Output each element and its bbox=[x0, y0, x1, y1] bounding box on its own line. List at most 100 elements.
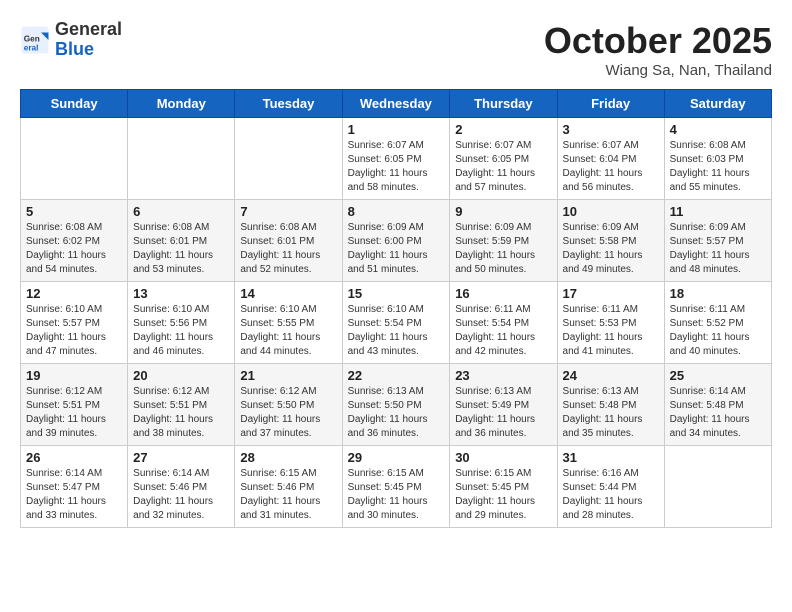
day-info: Sunrise: 6:09 AM Sunset: 6:00 PM Dayligh… bbox=[348, 221, 445, 277]
header-row: SundayMondayTuesdayWednesdayThursdayFrid… bbox=[21, 90, 772, 118]
logo-icon: Gen eral bbox=[20, 25, 50, 55]
day-number: 3 bbox=[563, 122, 659, 137]
day-info: Sunrise: 6:09 AM Sunset: 5:58 PM Dayligh… bbox=[563, 221, 659, 277]
calendar-cell: 8 Sunrise: 6:09 AM Sunset: 6:00 PM Daylig… bbox=[342, 200, 450, 282]
day-info: Sunrise: 6:15 AM Sunset: 5:45 PM Dayligh… bbox=[455, 467, 551, 523]
calendar-cell: 6 Sunrise: 6:08 AM Sunset: 6:01 PM Daylig… bbox=[128, 200, 235, 282]
day-info: Sunrise: 6:07 AM Sunset: 6:04 PM Dayligh… bbox=[563, 139, 659, 195]
day-info: Sunrise: 6:12 AM Sunset: 5:51 PM Dayligh… bbox=[133, 385, 229, 441]
calendar-cell: 5 Sunrise: 6:08 AM Sunset: 6:02 PM Daylig… bbox=[21, 200, 128, 282]
calendar-cell: 21 Sunrise: 6:12 AM Sunset: 5:50 PM Dayli… bbox=[235, 364, 342, 446]
calendar-cell: 20 Sunrise: 6:12 AM Sunset: 5:51 PM Dayli… bbox=[128, 364, 235, 446]
calendar-cell: 19 Sunrise: 6:12 AM Sunset: 5:51 PM Dayli… bbox=[21, 364, 128, 446]
day-number: 7 bbox=[240, 204, 336, 219]
day-info: Sunrise: 6:15 AM Sunset: 5:46 PM Dayligh… bbox=[240, 467, 336, 523]
day-header-friday: Friday bbox=[557, 90, 664, 118]
day-number: 4 bbox=[670, 122, 766, 137]
calendar-cell: 14 Sunrise: 6:10 AM Sunset: 5:55 PM Dayli… bbox=[235, 282, 342, 364]
calendar-cell: 28 Sunrise: 6:15 AM Sunset: 5:46 PM Dayli… bbox=[235, 446, 342, 528]
calendar-cell: 29Sunrise: 6:15 AM Sunset: 5:45 PM Dayli… bbox=[342, 446, 450, 528]
day-info: Sunrise: 6:10 AM Sunset: 5:56 PM Dayligh… bbox=[133, 303, 229, 359]
day-number: 8 bbox=[348, 204, 445, 219]
day-number: 21 bbox=[240, 368, 336, 383]
day-number: 29 bbox=[348, 450, 445, 465]
day-number: 1 bbox=[348, 122, 445, 137]
day-info: Sunrise: 6:08 AM Sunset: 6:01 PM Dayligh… bbox=[133, 221, 229, 277]
day-info: Sunrise: 6:13 AM Sunset: 5:48 PM Dayligh… bbox=[563, 385, 659, 441]
day-info: Sunrise: 6:08 AM Sunset: 6:03 PM Dayligh… bbox=[670, 139, 766, 195]
day-info: Sunrise: 6:14 AM Sunset: 5:47 PM Dayligh… bbox=[26, 467, 122, 523]
day-number: 24 bbox=[563, 368, 659, 383]
logo-text: General Blue bbox=[55, 20, 122, 60]
day-info: Sunrise: 6:08 AM Sunset: 6:02 PM Dayligh… bbox=[26, 221, 122, 277]
calendar-cell: 12 Sunrise: 6:10 AM Sunset: 5:57 PM Dayli… bbox=[21, 282, 128, 364]
day-info: Sunrise: 6:10 AM Sunset: 5:55 PM Dayligh… bbox=[240, 303, 336, 359]
calendar-cell: 15 Sunrise: 6:10 AM Sunset: 5:54 PM Dayli… bbox=[342, 282, 450, 364]
day-number: 25 bbox=[670, 368, 766, 383]
day-info: Sunrise: 6:16 AM Sunset: 5:44 PM Dayligh… bbox=[563, 467, 659, 523]
calendar-cell: 4 Sunrise: 6:08 AM Sunset: 6:03 PM Daylig… bbox=[664, 118, 771, 200]
day-number: 20 bbox=[133, 368, 229, 383]
day-number: 28 bbox=[240, 450, 336, 465]
day-info: Sunrise: 6:13 AM Sunset: 5:49 PM Dayligh… bbox=[455, 385, 551, 441]
day-number: 13 bbox=[133, 286, 229, 301]
day-info: Sunrise: 6:10 AM Sunset: 5:54 PM Dayligh… bbox=[348, 303, 445, 359]
page-header: Gen eral General Blue October 2025 Wiang… bbox=[20, 20, 772, 79]
day-info: Sunrise: 6:12 AM Sunset: 5:50 PM Dayligh… bbox=[240, 385, 336, 441]
calendar-cell: 7 Sunrise: 6:08 AM Sunset: 6:01 PM Daylig… bbox=[235, 200, 342, 282]
day-number: 19 bbox=[26, 368, 122, 383]
day-info: Sunrise: 6:11 AM Sunset: 5:52 PM Dayligh… bbox=[670, 303, 766, 359]
calendar-cell bbox=[21, 118, 128, 200]
calendar-cell: 2Sunrise: 6:07 AM Sunset: 6:05 PM Daylig… bbox=[450, 118, 557, 200]
day-number: 26 bbox=[26, 450, 122, 465]
logo-general-text: General bbox=[55, 20, 122, 40]
day-info: Sunrise: 6:14 AM Sunset: 5:46 PM Dayligh… bbox=[133, 467, 229, 523]
day-number: 12 bbox=[26, 286, 122, 301]
svg-text:eral: eral bbox=[24, 43, 39, 52]
day-header-tuesday: Tuesday bbox=[235, 90, 342, 118]
day-header-saturday: Saturday bbox=[664, 90, 771, 118]
day-number: 18 bbox=[670, 286, 766, 301]
day-info: Sunrise: 6:08 AM Sunset: 6:01 PM Dayligh… bbox=[240, 221, 336, 277]
day-number: 5 bbox=[26, 204, 122, 219]
day-number: 15 bbox=[348, 286, 445, 301]
day-info: Sunrise: 6:11 AM Sunset: 5:54 PM Dayligh… bbox=[455, 303, 551, 359]
day-number: 9 bbox=[455, 204, 551, 219]
day-number: 22 bbox=[348, 368, 445, 383]
calendar-cell bbox=[664, 446, 771, 528]
day-header-monday: Monday bbox=[128, 90, 235, 118]
day-number: 23 bbox=[455, 368, 551, 383]
day-info: Sunrise: 6:10 AM Sunset: 5:57 PM Dayligh… bbox=[26, 303, 122, 359]
title-section: October 2025 Wiang Sa, Nan, Thailand bbox=[544, 20, 772, 79]
day-info: Sunrise: 6:12 AM Sunset: 5:51 PM Dayligh… bbox=[26, 385, 122, 441]
day-info: Sunrise: 6:09 AM Sunset: 5:59 PM Dayligh… bbox=[455, 221, 551, 277]
calendar-cell: 25Sunrise: 6:14 AM Sunset: 5:48 PM Dayli… bbox=[664, 364, 771, 446]
day-number: 6 bbox=[133, 204, 229, 219]
calendar-cell bbox=[235, 118, 342, 200]
calendar-week-5: 26 Sunrise: 6:14 AM Sunset: 5:47 PM Dayli… bbox=[21, 446, 772, 528]
day-header-thursday: Thursday bbox=[450, 90, 557, 118]
calendar-cell: 30Sunrise: 6:15 AM Sunset: 5:45 PM Dayli… bbox=[450, 446, 557, 528]
day-number: 27 bbox=[133, 450, 229, 465]
calendar-cell: 3 Sunrise: 6:07 AM Sunset: 6:04 PM Daylig… bbox=[557, 118, 664, 200]
day-number: 17 bbox=[563, 286, 659, 301]
calendar-cell: 10Sunrise: 6:09 AM Sunset: 5:58 PM Dayli… bbox=[557, 200, 664, 282]
day-info: Sunrise: 6:07 AM Sunset: 6:05 PM Dayligh… bbox=[348, 139, 445, 195]
day-info: Sunrise: 6:11 AM Sunset: 5:53 PM Dayligh… bbox=[563, 303, 659, 359]
calendar-cell: 16Sunrise: 6:11 AM Sunset: 5:54 PM Dayli… bbox=[450, 282, 557, 364]
calendar-table: SundayMondayTuesdayWednesdayThursdayFrid… bbox=[20, 89, 772, 528]
calendar-cell bbox=[128, 118, 235, 200]
calendar-cell: 26 Sunrise: 6:14 AM Sunset: 5:47 PM Dayli… bbox=[21, 446, 128, 528]
svg-text:Gen: Gen bbox=[24, 34, 40, 43]
calendar-cell: 1 Sunrise: 6:07 AM Sunset: 6:05 PM Daylig… bbox=[342, 118, 450, 200]
calendar-cell: 22 Sunrise: 6:13 AM Sunset: 5:50 PM Dayli… bbox=[342, 364, 450, 446]
day-number: 11 bbox=[670, 204, 766, 219]
day-number: 14 bbox=[240, 286, 336, 301]
calendar-body: 1 Sunrise: 6:07 AM Sunset: 6:05 PM Daylig… bbox=[21, 118, 772, 528]
location-text: Wiang Sa, Nan, Thailand bbox=[544, 62, 772, 79]
calendar-cell: 13 Sunrise: 6:10 AM Sunset: 5:56 PM Dayli… bbox=[128, 282, 235, 364]
calendar-cell: 17 Sunrise: 6:11 AM Sunset: 5:53 PM Dayli… bbox=[557, 282, 664, 364]
day-header-wednesday: Wednesday bbox=[342, 90, 450, 118]
calendar-week-1: 1 Sunrise: 6:07 AM Sunset: 6:05 PM Daylig… bbox=[21, 118, 772, 200]
day-info: Sunrise: 6:13 AM Sunset: 5:50 PM Dayligh… bbox=[348, 385, 445, 441]
